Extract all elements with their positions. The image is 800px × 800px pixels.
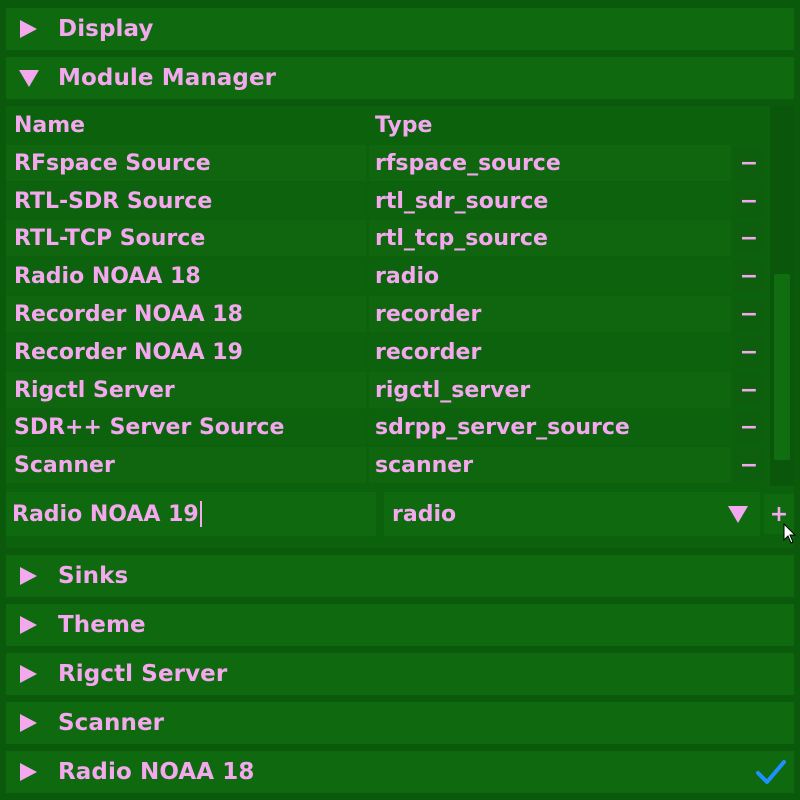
checkmark-icon[interactable] [756, 759, 786, 789]
remove-module-button[interactable]: − [733, 260, 765, 292]
section-label: Rigctl Server [58, 661, 228, 687]
section-header-sinks[interactable]: Sinks [6, 555, 794, 597]
module-type: radio [369, 258, 731, 294]
table-row: RTL-TCP Source rtl_tcp_source − [6, 220, 768, 256]
module-name: SDR++ Server Source [6, 409, 366, 445]
section-label: Radio NOAA 18 [58, 759, 255, 785]
section-header-module-manager[interactable]: Module Manager [6, 57, 794, 99]
module-name: Rigctl Server [6, 372, 366, 408]
remove-module-button[interactable]: − [733, 449, 765, 481]
module-name: Radio NOAA 18 [6, 258, 366, 294]
table-row: SDR++ Server Source sdrpp_server_source … [6, 409, 768, 445]
triangle-right-icon [6, 762, 58, 782]
section-label: Theme [58, 612, 146, 638]
module-name-input-value: Radio NOAA 19 [12, 501, 199, 527]
section-label: Display [58, 16, 154, 42]
module-name: RTL-TCP Source [6, 220, 366, 256]
column-header-type: Type [375, 112, 433, 138]
section-header-rigctl-server[interactable]: Rigctl Server [6, 653, 794, 695]
table-row: Recorder NOAA 18 recorder − [6, 296, 768, 332]
module-type: rigctl_server [369, 372, 731, 408]
table-row: RTL-SDR Source rtl_sdr_source − [6, 183, 768, 219]
module-type: recorder [369, 296, 731, 332]
scrollbar-thumb[interactable] [774, 274, 790, 460]
module-name: Scanner [6, 447, 366, 483]
section-label: Sinks [58, 563, 129, 589]
table-scrollbar[interactable] [770, 106, 794, 486]
module-type: scanner [369, 447, 731, 483]
add-module-row: Radio NOAA 19 radio + [6, 492, 794, 536]
section-header-display[interactable]: Display [6, 8, 794, 50]
triangle-right-icon [6, 19, 58, 39]
remove-module-button[interactable]: − [733, 222, 765, 254]
module-type-select-value: radio [392, 501, 457, 527]
module-name: RFspace Source [6, 145, 366, 181]
table-row: Radio NOAA 18 radio − [6, 258, 768, 294]
remove-module-button[interactable]: − [733, 298, 765, 330]
column-header-name: Name [14, 112, 86, 138]
text-caret [199, 501, 202, 527]
module-type: rfspace_source [369, 145, 731, 181]
module-type: sdrpp_server_source [369, 409, 731, 445]
remove-module-button[interactable]: − [733, 374, 765, 406]
section-label: Module Manager [58, 65, 277, 91]
triangle-right-icon [6, 566, 58, 586]
module-name: Recorder NOAA 18 [6, 296, 366, 332]
remove-module-button[interactable]: − [733, 147, 765, 179]
module-type: recorder [369, 334, 731, 370]
remove-module-button[interactable]: − [733, 185, 765, 217]
remove-module-button[interactable]: − [733, 336, 765, 368]
module-name-input[interactable]: Radio NOAA 19 [6, 492, 376, 536]
sdrpp-menu: Display Module Manager Name Type RFspace… [0, 0, 800, 800]
module-name: RTL-SDR Source [6, 183, 366, 219]
module-name: Recorder NOAA 19 [6, 334, 366, 370]
table-row: Recorder NOAA 19 recorder − [6, 334, 768, 370]
section-header-radio-noaa-18[interactable]: Radio NOAA 18 [6, 751, 794, 793]
triangle-down-icon [6, 68, 58, 88]
remove-module-button[interactable]: − [733, 411, 765, 443]
section-label: Scanner [58, 710, 165, 736]
module-type-select[interactable]: radio [384, 492, 760, 536]
section-header-scanner[interactable]: Scanner [6, 702, 794, 744]
table-row: RFspace Source rfspace_source − [6, 145, 768, 181]
section-header-theme[interactable]: Theme [6, 604, 794, 646]
mouse-cursor-icon [783, 522, 797, 549]
triangle-right-icon [6, 615, 58, 635]
triangle-right-icon [6, 664, 58, 684]
table-row: Scanner scanner − [6, 447, 768, 483]
table-header: Name Type [6, 106, 768, 144]
module-type: rtl_sdr_source [369, 183, 731, 219]
triangle-right-icon [6, 713, 58, 733]
module-type: rtl_tcp_source [369, 220, 731, 256]
module-table-panel: Name Type RFspace Source rfspace_source … [6, 106, 794, 548]
dropdown-arrow-icon[interactable] [722, 498, 754, 530]
table-row: Rigctl Server rigctl_server − [6, 372, 768, 408]
